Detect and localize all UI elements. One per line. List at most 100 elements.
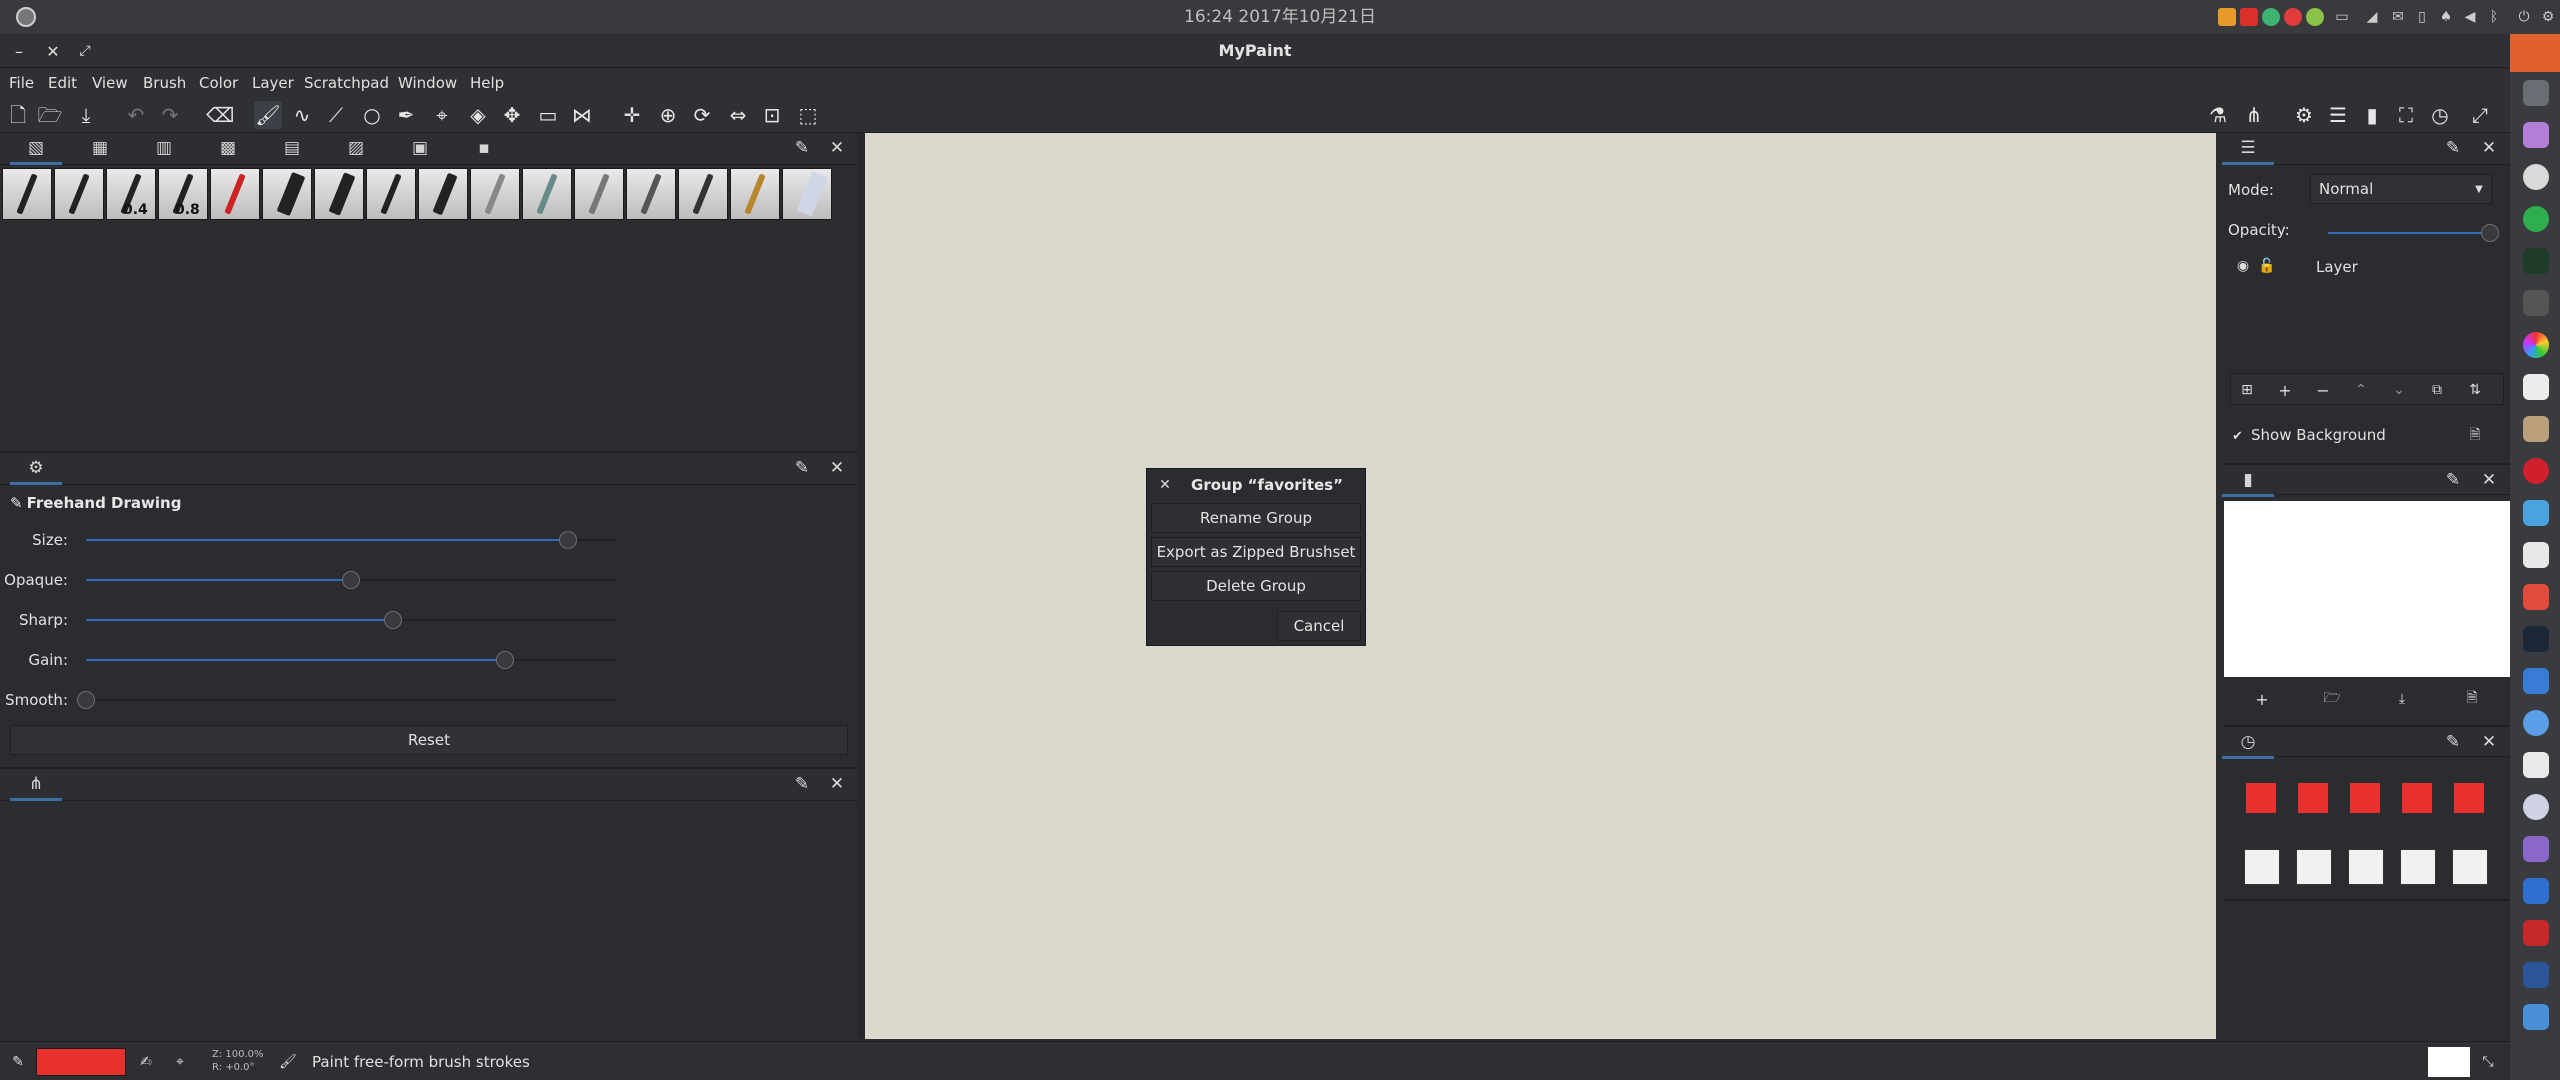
cancel-button[interactable]: Cancel [1277,611,1361,641]
launcher-app-icon[interactable] [2523,164,2549,190]
preferences-gear-icon[interactable]: ⚙ [2290,101,2318,129]
close-panel-icon[interactable]: ✕ [2478,731,2500,753]
color-history-swatch[interactable] [2246,783,2276,813]
brush-editor-icon[interactable]: ⚗ [2204,101,2232,129]
menu-layer[interactable]: Layer [252,69,294,97]
rename-group-button[interactable]: Rename Group [1151,503,1361,533]
notification-icon[interactable]: ♠ [2436,8,2456,26]
tab-history[interactable]: ◷ [2222,729,2274,759]
lock-icon[interactable]: 🔓 [2258,257,2276,275]
scratchpad-canvas[interactable] [2224,501,2510,677]
menu-color[interactable]: Color [199,69,238,97]
history-icon[interactable]: ◷ [2426,101,2454,129]
launcher-app-icon[interactable] [2523,122,2549,148]
line-tool-icon[interactable]: ⟋ [322,101,350,129]
delete-group-button[interactable]: Delete Group [1151,571,1361,601]
scratchpad-save-icon[interactable]: ⤓ [2390,687,2414,711]
close-panel-icon[interactable]: ✕ [2478,469,2500,491]
expand-icon[interactable]: ⤡ [2478,1052,2498,1072]
menu-edit[interactable]: Edit [48,69,77,97]
brush-history-item[interactable] [2452,849,2488,885]
add-group-icon[interactable]: ⊞ [2235,378,2259,402]
brush-item[interactable] [678,168,728,220]
close-icon[interactable]: ✕ [42,40,64,62]
launcher-app-icon[interactable] [2523,500,2549,526]
smooth-slider-handle[interactable] [77,691,95,709]
brush-history-item[interactable] [2400,849,2436,885]
launcher-app-icon[interactable] [2523,752,2549,778]
launcher-app-icon[interactable] [2523,206,2549,232]
fill-tool-icon[interactable]: ◈ [464,101,492,129]
close-panel-icon[interactable]: ✕ [826,457,848,479]
opacity-slider-handle[interactable] [2481,224,2499,242]
color-history-swatch[interactable] [2454,783,2484,813]
close-panel-icon[interactable]: ✕ [826,773,848,795]
launcher-app-icon[interactable] [2523,458,2549,484]
save-document-icon[interactable]: ⤓ [72,101,100,129]
eraser-brush-item[interactable] [782,168,832,220]
menu-view[interactable]: View [92,69,128,97]
float-panel-icon[interactable]: ✎ [2442,137,2464,159]
tab-settings-gear[interactable]: ⚙ [10,455,62,485]
color-history-swatch[interactable] [2298,783,2328,813]
launcher-app-icon[interactable] [2523,332,2549,358]
layer-row[interactable]: ◉ 🔓 Layer [2224,253,2510,281]
brush-item[interactable]: 0.4 [106,168,156,220]
brush-item[interactable] [730,168,780,220]
ellipse-tool-icon[interactable]: ○ [358,101,386,129]
size-slider-handle[interactable] [559,531,577,549]
tray-app-icon[interactable] [2262,8,2280,26]
freehand-brush-icon[interactable]: 🖌 [254,101,282,129]
undo-icon[interactable]: ↶ [122,101,150,129]
smooth-track[interactable] [86,699,616,701]
tab-brush-icon[interactable]: ⋔ [10,771,62,801]
launcher-app-icon[interactable] [2523,1004,2549,1030]
mail-icon[interactable]: ✉ [2388,8,2408,26]
symmetry-tool-icon[interactable]: ⋈ [568,101,596,129]
add-layer-icon[interactable]: + [2273,378,2297,402]
brush-history-item[interactable] [2348,849,2384,885]
show-background-toggle[interactable]: ✔ Show Background [2232,425,2462,445]
close-panel-icon[interactable]: ✕ [2478,137,2500,159]
brush-item[interactable] [574,168,624,220]
redo-icon[interactable]: ↷ [156,101,184,129]
brush-history-item[interactable] [2244,849,2280,885]
opaque-slider-handle[interactable] [342,571,360,589]
expand-window-icon[interactable]: ⤢ [2466,101,2494,129]
move-down-icon[interactable]: ⌄ [2387,378,2411,402]
current-color-swatch[interactable] [36,1048,126,1076]
menu-help[interactable]: Help [470,69,504,97]
maximize-icon[interactable]: ⤢ [74,40,96,62]
launcher-app-icon[interactable] [2523,710,2549,736]
fit-view-icon[interactable]: ⇔ [724,101,752,129]
menu-scratchpad[interactable]: Scratchpad [304,69,389,97]
pen-tool-icon[interactable]: ✒ [392,101,420,129]
remove-layer-icon[interactable]: − [2311,378,2335,402]
scratchpad-open-icon[interactable]: 🗁 [2320,687,2344,711]
panel-separator[interactable] [857,133,865,1039]
move-up-icon[interactable]: ⌃ [2349,378,2373,402]
scratchpad-new-icon[interactable]: + [2250,687,2274,711]
new-document-icon[interactable]: 🗋 [4,101,32,129]
brush-history-item[interactable] [2296,849,2332,885]
tray-app-icon[interactable] [2306,8,2324,26]
volume-icon[interactable]: ◀ [2460,8,2480,26]
reset-zoom-icon[interactable]: ⊡ [758,101,786,129]
gain-slider-handle[interactable] [496,651,514,669]
reset-button[interactable]: Reset [10,725,848,755]
system-menu-icon[interactable] [16,7,36,27]
tray-app-icon[interactable] [2218,8,2236,26]
dialog-close-icon[interactable]: ✕ [1155,475,1175,495]
scratchpad-icon[interactable]: ▮ [2358,101,2386,129]
launcher-app-icon[interactable] [2523,248,2549,274]
launcher-app-icon[interactable] [2523,626,2549,652]
move-layer-icon[interactable]: ✥ [498,101,526,129]
rotate-reset-icon[interactable]: ⬚ [794,101,822,129]
minimize-icon[interactable]: – [8,40,30,62]
open-document-icon[interactable]: 🗁 [36,101,64,129]
blend-mode-select[interactable]: Normal ▼ [2310,174,2492,204]
color-history-swatch[interactable] [2350,783,2380,813]
duplicate-layer-icon[interactable]: ⧉ [2425,378,2449,402]
menu-window[interactable]: Window [398,69,457,97]
rotate-view-icon[interactable]: ⟳ [688,101,716,129]
